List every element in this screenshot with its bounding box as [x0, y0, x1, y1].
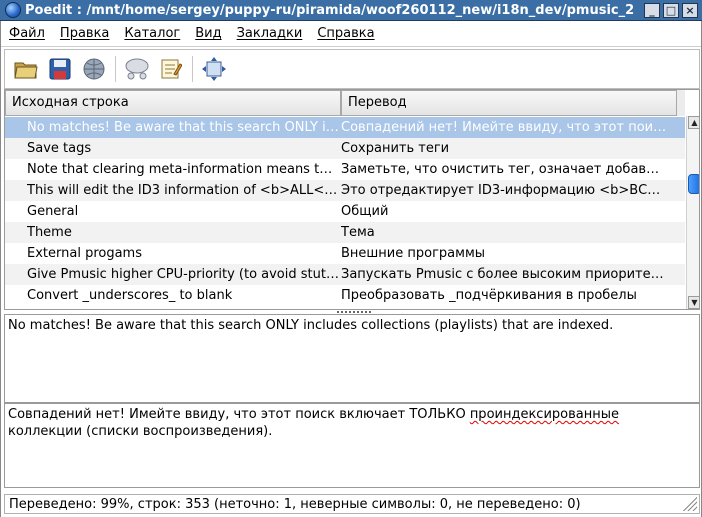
row-translation-text: Сохранить теги — [341, 141, 450, 156]
table-row[interactable]: External progams Внешние программы — [5, 243, 685, 264]
toolbar-separator — [192, 56, 193, 82]
fit-window-icon[interactable] — [199, 54, 229, 84]
menu-bookmarks[interactable]: Закладки — [237, 26, 303, 41]
menu-help[interactable]: Справка — [317, 26, 374, 41]
window-title: Poedit : /mnt/home/sergey/puppy-ru/piram… — [25, 2, 635, 18]
row-translation-text: Заметьте, что очистить тег, означает доб… — [341, 162, 660, 177]
row-source-text: Save tags — [27, 141, 92, 156]
row-source-text: Theme — [27, 225, 72, 240]
menu-catalog[interactable]: Каталог — [124, 26, 180, 41]
scroll-up-arrow-icon[interactable]: ▲ — [688, 116, 699, 129]
comment-icon[interactable] — [156, 54, 186, 84]
translation-text-area[interactable]: Совпадений нет! Имейте ввиду, что этот п… — [4, 403, 700, 488]
row-translation-text: Тема — [341, 225, 375, 240]
maximize-icon[interactable]: □ — [663, 2, 679, 18]
row-source-text: This will edit the ID3 information of <b… — [27, 183, 341, 198]
source-text-pane: No matches! Be aware that this search ON… — [4, 314, 700, 403]
validate-icon[interactable] — [122, 54, 152, 84]
status-text: Переведено: 99%, строк: 353 (неточно: 1,… — [9, 496, 581, 512]
list-vertical-scrollbar[interactable]: ▲ ▼ — [686, 116, 699, 309]
close-icon[interactable]: × — [682, 2, 698, 18]
table-row[interactable]: General Общий — [5, 201, 685, 222]
scroll-thumb[interactable] — [688, 174, 699, 194]
minimize-icon[interactable]: _ — [644, 2, 660, 18]
table-row[interactable]: Save tags Сохранить теги — [5, 138, 685, 159]
table-row[interactable]: Convert _underscores_ to blank Преобразо… — [5, 285, 685, 306]
string-list[interactable]: Исходная строка Перевод No matches! Be a… — [4, 89, 700, 310]
globe-icon[interactable] — [79, 54, 109, 84]
table-row[interactable]: Note that clearing meta-information mean… — [5, 159, 685, 180]
row-translation-text: Преобразовать _подчёркивания в пробелы — [341, 288, 637, 303]
toolbar-separator — [115, 56, 116, 82]
table-row[interactable]: Give Pmusic higher CPU-priority (to avoi… — [5, 264, 685, 285]
window-titlebar[interactable]: Poedit : /mnt/home/sergey/puppy-ru/piram… — [0, 0, 702, 21]
resize-grip-icon[interactable] — [681, 495, 697, 511]
table-row[interactable]: No matches! Be aware that this search ON… — [5, 117, 685, 138]
column-header-translation[interactable]: Перевод — [341, 90, 677, 116]
row-source-text: No matches! Be aware that this search ON… — [27, 120, 339, 135]
list-rows: No matches! Be aware that this search ON… — [5, 117, 685, 306]
column-header-source[interactable]: Исходная строка — [5, 90, 341, 116]
menu-file[interactable]: Файл — [9, 26, 45, 41]
translation-text-start: Совпадений нет! Имейте ввиду, что этот п… — [8, 407, 470, 422]
row-translation-text: Запускать Pmusic с более высоким приорит… — [341, 267, 664, 282]
row-translation-text: Совпадений нет! Имейте ввиду, что этот п… — [341, 120, 667, 135]
save-icon[interactable] — [45, 54, 75, 84]
misspelled-word[interactable]: проиндексированные — [470, 407, 619, 422]
row-source-text: Convert _underscores_ to blank — [27, 288, 233, 303]
list-header: Исходная строка Перевод — [5, 90, 685, 116]
row-source-text: External progams — [27, 246, 142, 261]
status-bar: Переведено: 99%, строк: 353 (неточно: 1,… — [4, 494, 700, 514]
menu-bar: Файл Правка Каталог Вид Закладки Справка — [1, 21, 701, 47]
row-translation-text: Это отредактирует ID3-информацию <b>ВС… — [341, 183, 661, 198]
source-text: No matches! Be aware that this search ON… — [8, 318, 614, 333]
open-folder-icon[interactable] — [11, 54, 41, 84]
menu-view[interactable]: Вид — [195, 26, 221, 41]
row-source-text: Give Pmusic higher CPU-priority (to avoi… — [27, 267, 339, 282]
row-source-text: Note that clearing meta-information mean… — [27, 162, 333, 177]
poedit-app-icon — [5, 2, 21, 18]
scroll-down-arrow-icon[interactable]: ▼ — [688, 296, 699, 309]
table-row[interactable]: This will edit the ID3 information of <b… — [5, 180, 685, 201]
row-source-text: General — [27, 204, 79, 219]
window-frame: Файл Правка Каталог Вид Закладки Справка — [0, 21, 702, 517]
table-row[interactable]: Theme Тема — [5, 222, 685, 243]
menu-edit[interactable]: Правка — [60, 26, 109, 41]
toolbar — [4, 49, 700, 89]
row-translation-text: Общий — [341, 204, 389, 219]
row-translation-text: Внешние программы — [341, 246, 486, 261]
translation-text-end: коллекции (списки воспроизведения). — [8, 424, 273, 439]
